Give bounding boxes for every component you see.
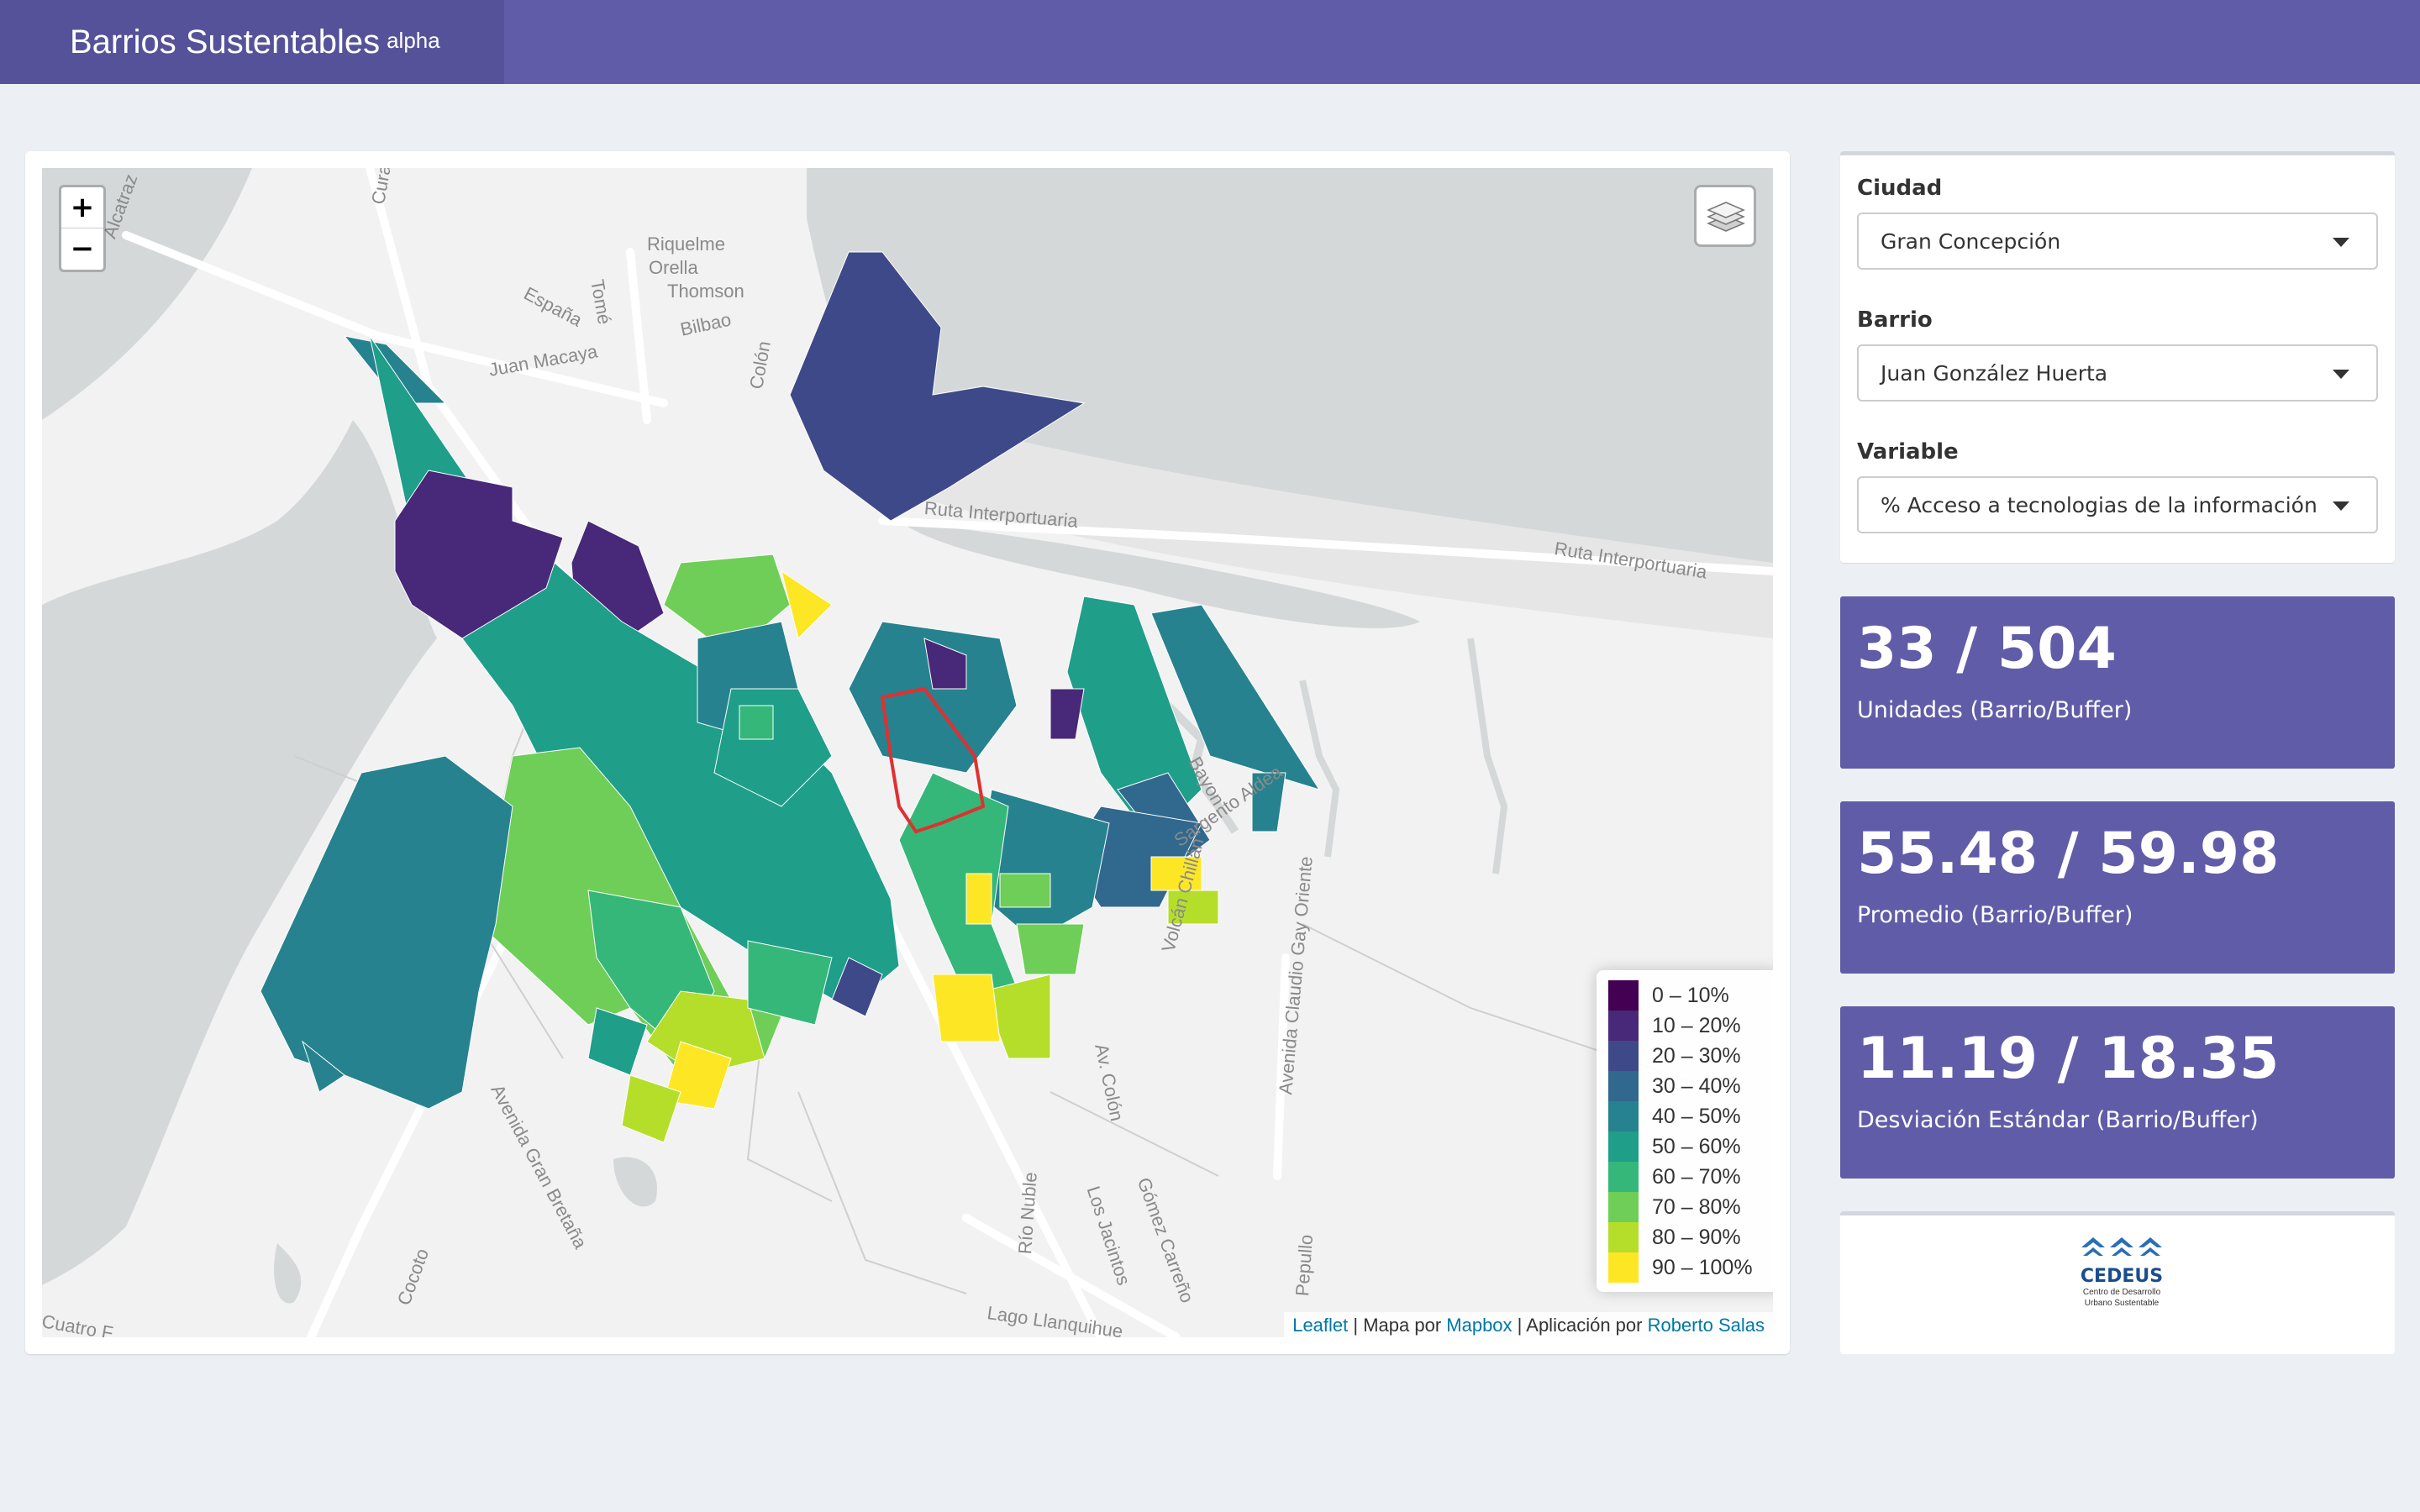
variable-value: % Acceso a tecnologias de la información <box>1881 493 2317 517</box>
legend-swatch <box>1608 1011 1639 1041</box>
legend-swatch <box>1608 1041 1639 1071</box>
legend-label: 50 – 60% <box>1652 1134 1741 1158</box>
basemap <box>42 168 1773 1337</box>
barrio-value: Juan González Huerta <box>1881 361 2108 386</box>
leaflet-link[interactable]: Leaflet <box>1292 1315 1348 1336</box>
legend-swatch <box>1608 1131 1639 1162</box>
legend-label: 10 – 20% <box>1652 1013 1741 1037</box>
chevron-down-icon <box>2333 501 2349 511</box>
map-attribution: Leaflet | Mapa por Mapbox | Aplicación p… <box>1284 1312 1773 1337</box>
legend-item: 30 – 40% <box>1608 1071 1770 1101</box>
attribution-text: | Aplicación por <box>1512 1315 1648 1336</box>
street-label: Orella <box>649 257 698 278</box>
stat-value: 33 / 504 <box>1857 616 2117 682</box>
stat-box-desviacion: 11.19 / 18.35 Desviación Estándar (Barri… <box>1840 1006 2395 1179</box>
legend-swatch <box>1608 1192 1639 1222</box>
mapbox-link[interactable]: Mapbox <box>1446 1315 1512 1336</box>
stat-label: Desviación Estándar (Barrio/Buffer) <box>1857 1107 2259 1133</box>
chevron-down-icon <box>2333 370 2349 379</box>
stat-box-unidades: 33 / 504 Unidades (Barrio/Buffer) <box>1840 596 2395 769</box>
legend-item: 10 – 20% <box>1608 1011 1770 1041</box>
top-navbar: Barrios Sustentables alpha <box>0 0 2420 84</box>
app-brand[interactable]: Barrios Sustentables alpha <box>0 0 504 84</box>
legend-item: 60 – 70% <box>1608 1162 1770 1192</box>
stat-value: 11.19 / 18.35 <box>1857 1026 2280 1092</box>
legend-swatch <box>1608 1222 1639 1252</box>
stat-box-promedio: 55.48 / 59.98 Promedio (Barrio/Buffer) <box>1840 801 2395 974</box>
legend-item: 40 – 50% <box>1608 1101 1770 1131</box>
legend-label: 40 – 50% <box>1652 1104 1741 1128</box>
logo-subtitle: Urbano Sustentable <box>2084 1299 2160 1308</box>
ciudad-select[interactable]: Gran Concepción <box>1857 213 2378 270</box>
street-label: Riquelme <box>647 234 725 255</box>
zoom-out-button[interactable]: − <box>61 228 103 270</box>
legend-item: 80 – 90% <box>1608 1222 1770 1252</box>
chevron-down-icon <box>2333 238 2349 247</box>
legend-label: 30 – 40% <box>1652 1074 1741 1098</box>
map-panel: Alcatraz Curan Tomé Riquelme Orella Thom… <box>25 151 1790 1354</box>
app-title: Barrios Sustentables <box>70 24 381 60</box>
attribution-text: | Mapa por <box>1348 1315 1447 1336</box>
legend-swatch <box>1608 1071 1639 1101</box>
variable-label: Variable <box>1857 439 1959 465</box>
logo-subtitle: Centro de Desarrollo <box>2082 1288 2161 1297</box>
legend-item: 70 – 80% <box>1608 1192 1770 1222</box>
legend-swatch <box>1608 1101 1639 1131</box>
legend-label: 60 – 70% <box>1652 1164 1741 1189</box>
barrio-select[interactable]: Juan González Huerta <box>1857 344 2378 402</box>
street-label: Thomson <box>667 281 744 302</box>
legend-swatch <box>1608 1252 1639 1283</box>
zoom-control: + − <box>59 185 106 272</box>
barrio-label: Barrio <box>1857 307 1933 333</box>
variable-select[interactable]: % Acceso a tecnologias de la información <box>1857 476 2378 533</box>
legend-label: 80 – 90% <box>1652 1225 1741 1249</box>
legend-swatch <box>1608 1162 1639 1192</box>
logo-title: CEDEUS <box>2080 1266 2164 1287</box>
cedeus-houses-icon <box>2081 1237 2162 1256</box>
choropleth-map[interactable]: Alcatraz Curan Tomé Riquelme Orella Thom… <box>42 168 1773 1337</box>
legend-item: 90 – 100% <box>1608 1252 1770 1283</box>
street-label: Pepullo <box>1292 1233 1318 1297</box>
zoom-in-button[interactable]: + <box>61 187 103 228</box>
map-legend: 0 – 10% 10 – 20% 20 – 30% 30 – 40% 40 – … <box>1597 970 1773 1292</box>
legend-label: 70 – 80% <box>1652 1194 1741 1219</box>
logo-panel: CEDEUS Centro de Desarrollo Urbano Suste… <box>1840 1211 2395 1354</box>
filter-panel: Ciudad Gran Concepción Barrio Juan Gonzá… <box>1840 151 2395 563</box>
ciudad-value: Gran Concepción <box>1881 229 2061 254</box>
stat-label: Promedio (Barrio/Buffer) <box>1857 902 2133 928</box>
legend-item: 50 – 60% <box>1608 1131 1770 1162</box>
legend-label: 20 – 30% <box>1652 1043 1741 1068</box>
layers-toggle-button[interactable] <box>1694 185 1756 247</box>
stat-value: 55.48 / 59.98 <box>1857 821 2280 887</box>
stat-label: Unidades (Barrio/Buffer) <box>1857 697 2133 723</box>
alpha-badge: alpha <box>387 28 440 53</box>
legend-item: 20 – 30% <box>1608 1041 1770 1071</box>
legend-swatch <box>1608 980 1639 1011</box>
legend-label: 90 – 100% <box>1652 1255 1753 1279</box>
legend-item: 0 – 10% <box>1608 980 1770 1011</box>
legend-label: 0 – 10% <box>1652 983 1729 1007</box>
layers-icon <box>1707 202 1745 232</box>
author-link[interactable]: Roberto Salas <box>1648 1315 1765 1336</box>
ciudad-label: Ciudad <box>1857 176 1943 201</box>
cedeus-logo: CEDEUS Centro de Desarrollo Urbano Suste… <box>2075 1232 2168 1309</box>
